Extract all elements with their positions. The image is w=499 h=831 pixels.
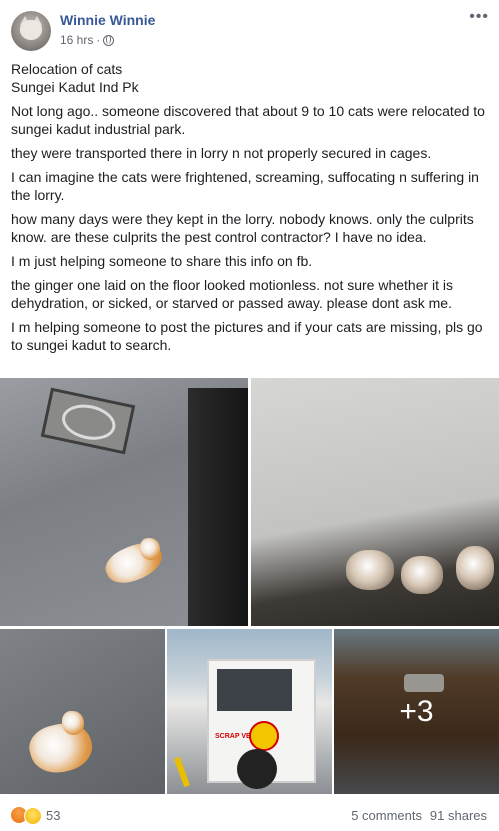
post-header: Winnie Winnie 16 hrs · ••• — [0, 0, 499, 56]
post-paragraph: the ginger one laid on the floor looked … — [11, 277, 454, 311]
avatar-face — [20, 20, 42, 40]
post-paragraph: they were transported there in lorry n n… — [11, 145, 432, 161]
kitten — [401, 556, 443, 594]
photo-kittens-in-lorry[interactable] — [251, 378, 499, 626]
photo-white-lorry[interactable]: SCRAP VEHICLES — [167, 629, 332, 794]
globe-icon[interactable] — [103, 34, 115, 46]
photo-cat-under-truck[interactable] — [0, 378, 248, 626]
more-photos-count: +3 — [399, 694, 434, 728]
meta-separator: · — [96, 33, 101, 47]
kitten — [456, 546, 494, 590]
truck-wheel-area — [188, 388, 248, 626]
photo-lorry-bed[interactable]: +3 — [334, 629, 499, 794]
post-paragraph: I m helping someone to post the pictures… — [11, 319, 483, 353]
truck-mudflap — [40, 387, 136, 455]
post-title-line-2: Sungei Kadut Ind Pk — [11, 79, 139, 95]
ginger-cat-head — [62, 711, 84, 735]
author-avatar[interactable] — [11, 11, 51, 51]
post-paragraph: Not long ago.. someone discovered that a… — [11, 103, 485, 137]
post-footer: 53 5 comments 91 shares — [0, 797, 499, 831]
post-body: Relocation of cats Sungei Kadut Ind Pk N… — [11, 60, 489, 360]
ginger-cat — [24, 716, 98, 780]
more-photos-overlay[interactable]: +3 — [334, 629, 499, 794]
truck-logo — [58, 399, 119, 445]
post-title-line-1: Relocation of cats — [11, 61, 123, 77]
post-paragraph: I m just helping someone to share this i… — [11, 253, 313, 269]
more-options-icon[interactable]: ••• — [469, 8, 489, 26]
author-name[interactable]: Winnie Winnie — [60, 12, 155, 28]
kitten — [346, 550, 394, 590]
photo-ginger-cat-on-road[interactable] — [0, 629, 165, 794]
post-paragraph: how many days were they kept in the lorr… — [11, 211, 474, 245]
post-meta: 16 hrs · — [60, 33, 115, 47]
comments-count[interactable]: 5 comments — [351, 808, 422, 823]
post-title: Relocation of cats Sungei Kadut Ind Pk — [11, 60, 489, 96]
shares-count[interactable]: 91 shares — [430, 808, 487, 823]
lorry-window — [217, 669, 292, 711]
lorry-wheel — [237, 749, 277, 789]
ginger-cat-head — [140, 538, 160, 560]
lorry-door-logo — [249, 721, 279, 751]
post-paragraph: I can imagine the cats were frightened, … — [11, 169, 479, 203]
reaction-count[interactable]: 53 — [46, 808, 60, 823]
post-timestamp[interactable]: 16 hrs — [60, 33, 93, 47]
sad-reaction-icon[interactable] — [24, 807, 42, 825]
road-marking — [174, 756, 190, 788]
